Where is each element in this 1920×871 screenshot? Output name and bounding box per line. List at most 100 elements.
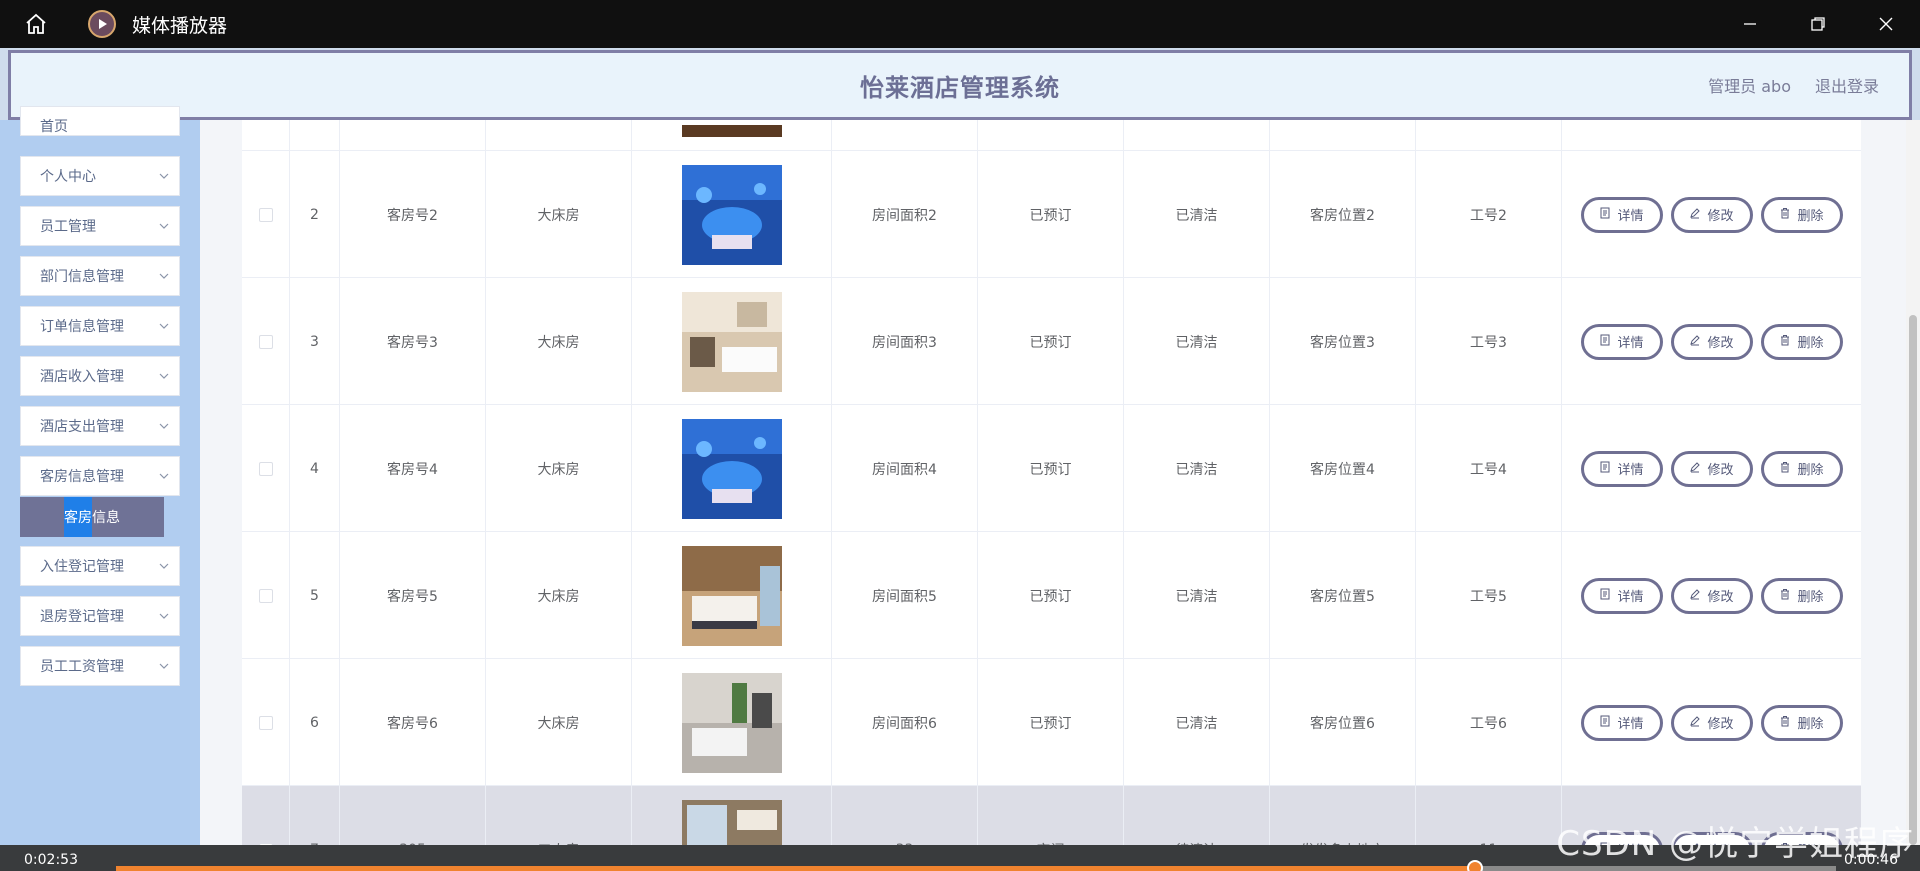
- cleaning-status: 已清洁: [1175, 461, 1218, 478]
- sidebar-item-label: 部门信息管理: [40, 269, 124, 285]
- button-label: 详情: [1617, 336, 1644, 351]
- chevron-down-icon: [159, 373, 169, 379]
- row-checkbox[interactable]: [258, 588, 273, 603]
- row-checkbox[interactable]: [258, 207, 273, 222]
- room-type: 大床房: [537, 207, 580, 224]
- room-type: 大床房: [537, 334, 580, 351]
- sidebar-item-checkin[interactable]: 入住登记管理: [20, 546, 180, 586]
- detail-button[interactable]: 详情: [1580, 577, 1663, 614]
- detail-button[interactable]: 详情: [1580, 323, 1663, 360]
- elapsed-time: 0:02:53: [24, 852, 78, 868]
- close-icon[interactable]: [1852, 0, 1920, 48]
- edit-button[interactable]: 修改: [1670, 704, 1753, 741]
- delete-icon: [1779, 334, 1791, 350]
- sidebar-item-department[interactable]: 部门信息管理: [20, 256, 180, 296]
- chevron-down-icon: [159, 173, 169, 179]
- page-title: 怡莱酒店管理系统: [860, 73, 1060, 102]
- minimize-icon[interactable]: [1716, 0, 1784, 48]
- sidebar-item-label: 入住登记管理: [40, 559, 124, 575]
- detail-icon: [1599, 588, 1611, 604]
- table-row: [242, 120, 1861, 151]
- delete-button[interactable]: 删除: [1760, 577, 1843, 614]
- button-label: 修改: [1707, 209, 1734, 224]
- sidebar-item-label: 员工工资管理: [40, 659, 124, 675]
- edit-button[interactable]: 修改: [1670, 577, 1753, 614]
- detail-icon: [1599, 334, 1611, 350]
- chevron-down-icon: [159, 563, 169, 569]
- sidebar-item-label: 订单信息管理: [40, 319, 124, 335]
- sidebar-item-rooms[interactable]: 客房信息管理: [20, 456, 180, 496]
- sidebar-item-salary[interactable]: 员工工资管理: [20, 646, 180, 686]
- chevron-down-icon: [159, 663, 169, 669]
- room-area: 房间面积2: [872, 207, 937, 224]
- room-type: 大床房: [537, 588, 580, 605]
- room-image: [681, 418, 782, 519]
- sidebar-item-label: 客房信息管理: [40, 469, 124, 485]
- progress-track[interactable]: [116, 860, 1836, 871]
- delete-icon: [1779, 715, 1791, 731]
- room-number: 客房号4: [387, 461, 438, 478]
- button-label: 删除: [1797, 590, 1824, 605]
- window-titlebar: 媒体播放器: [0, 0, 1920, 48]
- detail-icon: [1599, 461, 1611, 477]
- sidebar-item-label: 酒店收入管理: [40, 369, 124, 385]
- delete-button[interactable]: 删除: [1760, 196, 1843, 233]
- room-type: 大床房: [537, 715, 580, 732]
- button-label: 删除: [1797, 717, 1824, 732]
- cleaning-status: 已清洁: [1175, 207, 1218, 224]
- watermark: CSDN @悦宁学姐程序: [1556, 824, 1914, 864]
- sidebar-item-staff[interactable]: 员工管理: [20, 206, 180, 246]
- room-number: 客房号6: [387, 715, 438, 732]
- room-type: 大床房: [537, 461, 580, 478]
- logout-link[interactable]: 退出登录: [1815, 73, 1879, 97]
- sidebar-item-label: 酒店支出管理: [40, 419, 124, 435]
- chevron-down-icon: [159, 613, 169, 619]
- sidebar-item-home[interactable]: 首页: [20, 106, 180, 136]
- delete-icon: [1779, 588, 1791, 604]
- sidebar-item-expense[interactable]: 酒店支出管理: [20, 406, 180, 446]
- detail-button[interactable]: 详情: [1580, 704, 1663, 741]
- user-label: 管理员 abo: [1708, 77, 1791, 96]
- room-location: 客房位置3: [1310, 334, 1375, 351]
- row-index: 2: [310, 206, 319, 223]
- button-label: 详情: [1617, 590, 1644, 605]
- row-checkbox[interactable]: [258, 715, 273, 730]
- edit-icon: [1689, 207, 1701, 223]
- vertical-scrollbar[interactable]: [1906, 120, 1920, 845]
- button-label: 删除: [1797, 463, 1824, 478]
- restore-icon[interactable]: [1784, 0, 1852, 48]
- detail-button[interactable]: 详情: [1580, 196, 1663, 233]
- detail-button[interactable]: 详情: [1580, 450, 1663, 487]
- staff-id: 工号2: [1470, 207, 1507, 224]
- staff-id: 工号4: [1470, 461, 1507, 478]
- sidebar-item-orders[interactable]: 订单信息管理: [20, 306, 180, 346]
- delete-button[interactable]: 删除: [1760, 323, 1843, 360]
- room-location: 客房位置6: [1310, 715, 1375, 732]
- room-image: [681, 545, 782, 646]
- delete-button[interactable]: 删除: [1760, 704, 1843, 741]
- sidebar-item-checkout[interactable]: 退房登记管理: [20, 596, 180, 636]
- edit-button[interactable]: 修改: [1670, 323, 1753, 360]
- progress-fill: [116, 866, 1475, 871]
- booking-status: 已预订: [1029, 334, 1072, 351]
- delete-button[interactable]: 删除: [1760, 450, 1843, 487]
- home-icon[interactable]: [0, 0, 72, 48]
- edit-button[interactable]: 修改: [1670, 450, 1753, 487]
- sidebar-item-personal[interactable]: 个人中心: [20, 156, 180, 196]
- progress-knob[interactable]: [1466, 860, 1483, 871]
- cleaning-status: 已清洁: [1175, 715, 1218, 732]
- sidebar-subitem-room-info[interactable]: 客房信息: [20, 497, 164, 537]
- row-checkbox[interactable]: [258, 461, 273, 476]
- sidebar-item-income[interactable]: 酒店收入管理: [20, 356, 180, 396]
- room-number: 客房号2: [387, 207, 438, 224]
- delete-icon: [1779, 461, 1791, 477]
- room-image: [681, 672, 782, 773]
- scrollbar-thumb[interactable]: [1909, 315, 1917, 845]
- booking-status: 已预订: [1029, 207, 1072, 224]
- room-image: [681, 125, 782, 137]
- sidebar-item-label: 员工管理: [40, 219, 96, 235]
- sidebar-subitem-label: 客房信息: [64, 510, 120, 526]
- content-area: 2 客房号2 大床房 房间面积2 已预订 已清洁 客房位置2 工号2 详情 修改 删除 3 客房号3 大床…: [200, 120, 1920, 845]
- edit-button[interactable]: 修改: [1670, 196, 1753, 233]
- row-checkbox[interactable]: [258, 334, 273, 349]
